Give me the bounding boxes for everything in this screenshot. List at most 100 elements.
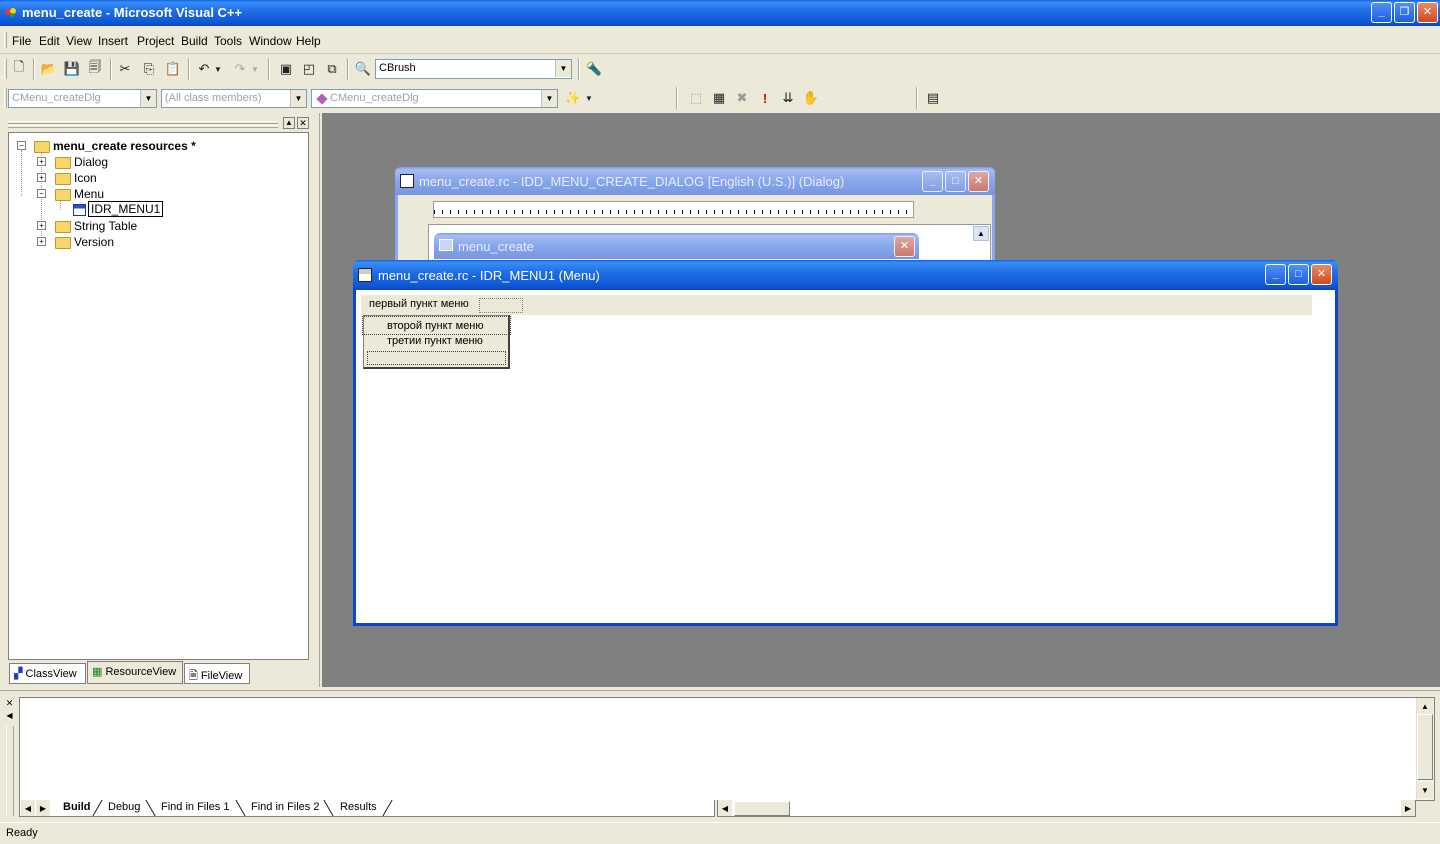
tree-collapse-menu[interactable]: − — [37, 189, 46, 198]
tree-item-icon[interactable]: Icon — [55, 171, 97, 185]
tab-resourceview[interactable]: ▦ ResourceView — [87, 661, 183, 684]
menu-view[interactable]: View — [66, 34, 92, 48]
menu-window-titlebar[interactable]: menu_create.rc - IDR_MENU1 (Menu) _ □ ✕ — [353, 260, 1338, 290]
tab-fileview[interactable]: 🗎 FileView — [184, 663, 250, 684]
open-icon[interactable]: 📂 — [38, 58, 60, 80]
tree-expand-version[interactable]: + — [37, 237, 46, 246]
tree-collapse-root[interactable]: − — [17, 141, 26, 150]
save-all-icon[interactable]: 🗐 — [84, 58, 106, 80]
output-window-icon[interactable]: ◰ — [298, 58, 320, 80]
redo-dropdown-icon[interactable]: ▼ — [249, 58, 261, 80]
chevron-down-icon[interactable]: ▼ — [290, 90, 306, 107]
panel-maximize-icon[interactable]: ▲ — [283, 117, 295, 129]
close-button[interactable]: ✕ — [1417, 2, 1438, 23]
menu-close-button[interactable]: ✕ — [1311, 264, 1332, 285]
tree-item-version[interactable]: Version — [55, 235, 114, 249]
resource-toolbar-icon[interactable]: ▤ — [922, 87, 944, 109]
wizard-action-dropdown-icon[interactable]: ▼ — [582, 87, 596, 109]
chevron-down-icon[interactable]: ▼ — [555, 60, 571, 77]
menu-maximize-button[interactable]: □ — [1288, 264, 1309, 285]
menu-build[interactable]: Build — [181, 34, 208, 48]
output-grip — [6, 726, 14, 816]
tree-expand-string-table[interactable]: + — [37, 221, 46, 230]
menu-help[interactable]: Help — [296, 34, 321, 48]
menu-project[interactable]: Project — [137, 34, 174, 48]
redo-icon[interactable]: ↷ — [229, 58, 251, 80]
hscroll-right-icon[interactable]: ▶ — [1401, 800, 1415, 816]
find-in-files-icon[interactable]: 🔍 — [352, 58, 374, 80]
members-combo[interactable]: CMenu_createDlg ▼ — [311, 89, 558, 108]
undo-dropdown-icon[interactable]: ▼ — [212, 58, 224, 80]
paste-icon[interactable]: 📋 — [162, 58, 184, 80]
menu-tools[interactable]: Tools — [214, 34, 242, 48]
ruler — [433, 201, 914, 218]
folder-open-icon — [34, 140, 50, 153]
panel-close-icon[interactable]: ✕ — [297, 117, 309, 129]
submenu-item-1[interactable]: второй пункт меню — [362, 316, 511, 335]
execute-icon[interactable]: ! — [754, 87, 776, 109]
class-combo[interactable]: CMenu_createDlg ▼ — [8, 89, 157, 108]
dialog-minimize-button[interactable]: _ — [922, 171, 943, 192]
scroll-up-icon[interactable]: ▲ — [1417, 698, 1433, 714]
tab-classview[interactable]: ▞ ClassView — [9, 663, 86, 684]
menu-file[interactable]: File — [12, 34, 31, 48]
output-vscroll-thumb[interactable] — [1417, 714, 1433, 780]
menu-window-title: menu_create.rc - IDR_MENU1 (Menu) — [378, 268, 600, 283]
minimize-button[interactable]: _ — [1371, 2, 1392, 23]
compile-icon[interactable]: ⬚ — [685, 87, 707, 109]
menu-window-icon — [358, 268, 372, 282]
stop-build-icon[interactable]: ✖ — [731, 87, 753, 109]
go-icon[interactable]: ⇊ — [777, 87, 799, 109]
tab-find-in-files-1[interactable]: Find in Files 1 — [161, 801, 229, 817]
new-text-file-icon[interactable]: 🗋 — [8, 58, 30, 80]
tab-find-in-files-2[interactable]: Find in Files 2 — [251, 801, 319, 817]
workspace-window-icon[interactable]: ▣ — [275, 58, 297, 80]
tree-item-menu[interactable]: Menu — [55, 187, 104, 201]
hscroll-left-icon[interactable]: ◀ — [718, 800, 732, 816]
output-restore-icon[interactable]: ◀ — [4, 711, 15, 722]
menu-insert[interactable]: Insert — [98, 34, 128, 48]
tab-build[interactable]: Build — [63, 801, 91, 817]
save-icon[interactable]: 💾 — [61, 58, 83, 80]
dialog-window-titlebar[interactable]: menu_create.rc - IDD_MENU_CREATE_DIALOG … — [395, 167, 995, 195]
tree-item-string-table[interactable]: String Table — [55, 219, 137, 233]
restore-button[interactable]: ❐ — [1394, 2, 1415, 23]
inner-dialog-close-button[interactable]: ✕ — [894, 236, 915, 257]
wizard-action-icon[interactable]: ✨ — [562, 87, 584, 109]
scroll-down-icon[interactable]: ▼ — [1417, 782, 1433, 798]
menu-window[interactable]: Window — [249, 34, 292, 48]
window-list-icon[interactable]: ⧉ — [321, 58, 343, 80]
chevron-down-icon[interactable]: ▼ — [541, 90, 557, 107]
menu-edit[interactable]: Edit — [39, 34, 60, 48]
tree-item-dialog[interactable]: Dialog — [55, 155, 108, 169]
output-text-area[interactable] — [19, 697, 1435, 801]
cut-icon[interactable]: ✂ — [114, 58, 136, 80]
menu-new-item-placeholder[interactable] — [479, 298, 523, 313]
copy-icon[interactable]: ⎘ — [138, 58, 160, 80]
submenu-new-item-placeholder[interactable] — [367, 351, 506, 365]
output-close-icon[interactable]: ✕ — [4, 698, 15, 709]
tree-item-idr-menu1[interactable]: IDR_MENU1 — [73, 201, 164, 217]
build-icon[interactable]: ▦ — [708, 87, 730, 109]
chevron-down-icon[interactable]: ▼ — [140, 90, 156, 107]
tab-debug[interactable]: Debug — [108, 801, 140, 817]
dialog-close-button[interactable]: ✕ — [968, 171, 989, 192]
tree-expand-dialog[interactable]: + — [37, 157, 46, 166]
tab-scroll-left-icon[interactable]: ◀ — [21, 800, 35, 816]
dialog-maximize-button[interactable]: □ — [945, 171, 966, 192]
tab-results[interactable]: Results — [340, 801, 377, 817]
tab-scroll-right-icon[interactable]: ▶ — [36, 800, 50, 816]
tree-root[interactable]: menu_create resources * — [34, 139, 196, 153]
menu-resource-icon — [73, 203, 86, 216]
submenu-item-2[interactable]: третии пункт меню — [364, 335, 509, 351]
filter-combo[interactable]: (All class members) ▼ — [161, 89, 307, 108]
breakpoint-icon[interactable]: ✋ — [800, 87, 822, 109]
menu-top-item[interactable]: первый пункт меню — [369, 298, 469, 310]
dialog-canvas-scroll-up[interactable]: ▲ — [973, 226, 989, 241]
tree-expand-icon[interactable]: + — [37, 173, 46, 182]
menu-minimize-button[interactable]: _ — [1265, 264, 1286, 285]
find-combo[interactable]: CBrush ▼ — [375, 59, 572, 79]
resourceview-icon: ▦ — [92, 666, 103, 678]
hscroll-thumb[interactable] — [734, 801, 790, 816]
find-icon[interactable]: 🔦 — [583, 58, 605, 80]
